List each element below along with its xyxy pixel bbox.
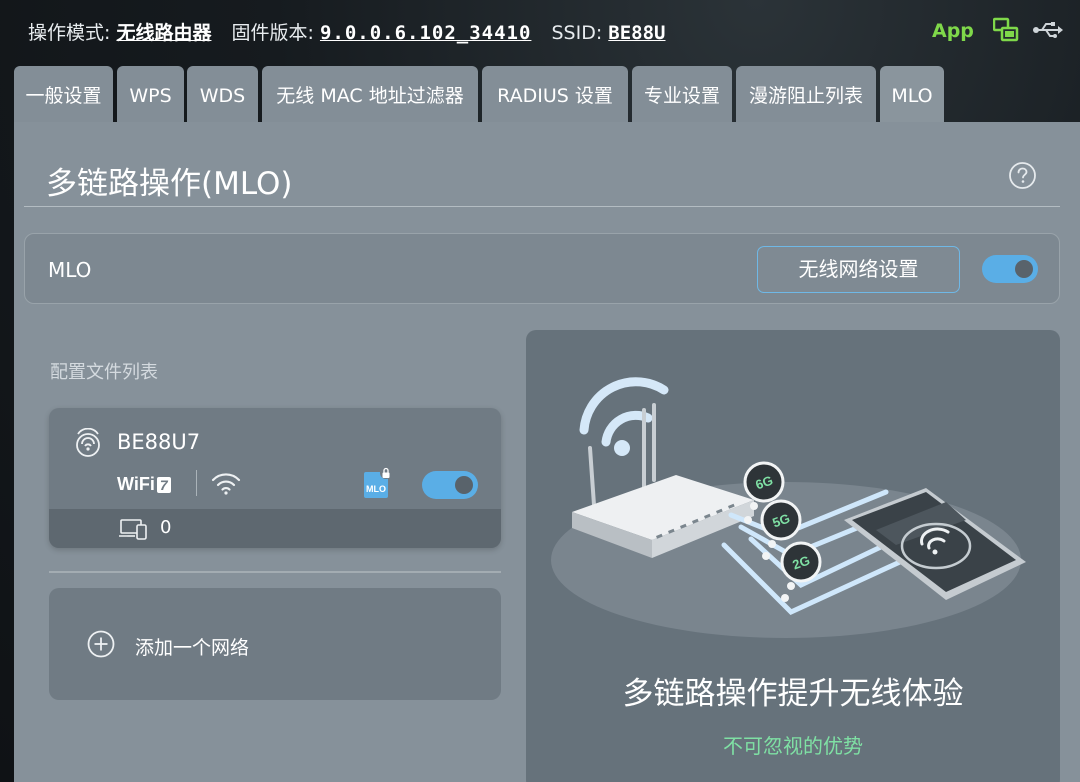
mlo-label: MLO bbox=[48, 258, 92, 282]
tab-roaming-block-list[interactable]: 漫游阻止列表 bbox=[736, 66, 876, 122]
top-status-bar: 操作模式: 无线路由器 固件版本: 9.0.0.6.102_34410 SSID… bbox=[0, 0, 1080, 62]
status-info: 操作模式: 无线路由器 固件版本: 9.0.0.6.102_34410 SSID… bbox=[28, 18, 680, 45]
wifi7-badge: WiFi 7 bbox=[117, 474, 171, 495]
mlo-toggle-row: MLO 无线网络设置 bbox=[24, 233, 1060, 304]
toggle-knob bbox=[1015, 260, 1033, 278]
device-count: 0 bbox=[160, 517, 172, 538]
tab-mac-filter[interactable]: 无线 MAC 地址过滤器 bbox=[262, 66, 478, 122]
mlo-enable-toggle[interactable] bbox=[982, 255, 1038, 283]
connected-devices-icon bbox=[119, 519, 147, 540]
tab-wps[interactable]: WPS bbox=[117, 66, 184, 122]
wifi-signal-icon bbox=[211, 473, 241, 495]
network-status-icon[interactable] bbox=[993, 17, 1019, 43]
band-5g-icon: 5G bbox=[760, 499, 802, 541]
band-2g-icon: 2G bbox=[780, 541, 822, 583]
promo-title: 多链路操作提升无线体验 bbox=[622, 676, 964, 712]
add-network-label: 添加一个网络 bbox=[135, 637, 250, 659]
app-link[interactable]: App bbox=[932, 20, 974, 42]
toggle-knob bbox=[455, 476, 473, 494]
mlo-lock-icon: MLO bbox=[364, 467, 392, 498]
mlo-network-icon bbox=[76, 428, 100, 457]
firmware-version-value[interactable]: 9.0.0.6.102_34410 bbox=[320, 22, 531, 44]
band-6g-icon: 6G bbox=[743, 461, 785, 503]
ssid-value[interactable]: BE88U bbox=[608, 22, 665, 44]
usb-icon[interactable] bbox=[1032, 20, 1064, 40]
page-title: 多链路操作(MLO) bbox=[46, 166, 293, 202]
ssid-label: SSID: bbox=[551, 22, 603, 44]
profile-ssid: BE88U7 bbox=[117, 430, 201, 454]
profile-enable-toggle[interactable] bbox=[422, 471, 478, 499]
mlo-panel: 多链路操作(MLO) MLO 无线网络设置 配置文件列表 BE88U7 WiFi… bbox=[14, 122, 1080, 782]
tab-professional[interactable]: 专业设置 bbox=[632, 66, 732, 122]
wireless-settings-button[interactable]: 无线网络设置 bbox=[757, 246, 960, 293]
tab-radius[interactable]: RADIUS 设置 bbox=[482, 66, 628, 122]
wifi-badge-text: WiFi bbox=[117, 474, 155, 494]
add-network-card[interactable]: 添加一个网络 bbox=[49, 588, 501, 700]
tab-general[interactable]: 一般设置 bbox=[14, 66, 113, 122]
list-divider bbox=[49, 571, 501, 573]
title-divider bbox=[24, 206, 1060, 207]
mlo-illustration: 6G 5G 2G bbox=[551, 377, 1026, 638]
profile-card[interactable]: BE88U7 WiFi 7 MLO 0 bbox=[49, 408, 501, 548]
add-circle-icon bbox=[87, 630, 115, 658]
profile-list-heading: 配置文件列表 bbox=[50, 362, 158, 383]
badge-separator bbox=[196, 470, 197, 496]
tab-wds[interactable]: WDS bbox=[187, 66, 258, 122]
operation-mode-value[interactable]: 无线路由器 bbox=[116, 22, 211, 44]
mlo-promo-card: 6G 5G 2G 多链路操作提升无线体验 不可忽视的优势 bbox=[526, 330, 1060, 782]
question-circle-icon[interactable] bbox=[1008, 161, 1037, 190]
mlo-badge-text: MLO bbox=[366, 484, 386, 494]
firmware-label: 固件版本: bbox=[231, 22, 314, 44]
wifi-badge-number: 7 bbox=[156, 477, 171, 493]
profile-card-footer bbox=[49, 509, 501, 548]
tab-mlo[interactable]: MLO bbox=[880, 66, 944, 122]
promo-subtitle: 不可忽视的优势 bbox=[723, 734, 863, 758]
operation-mode-label: 操作模式: bbox=[28, 22, 111, 44]
